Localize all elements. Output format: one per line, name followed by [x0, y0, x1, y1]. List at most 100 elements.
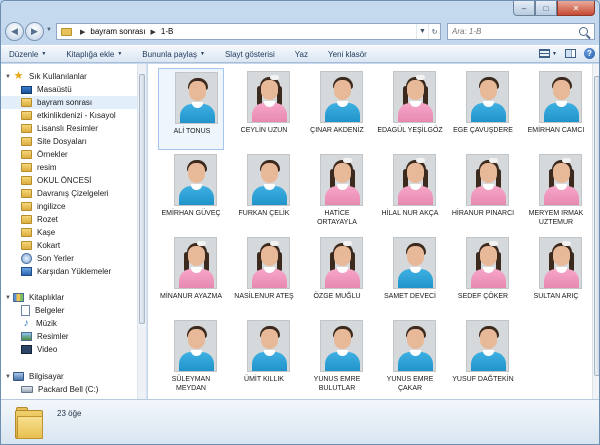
nav-group-favorites[interactable]: ▼ ★ Sık Kullanılanlar [1, 70, 137, 83]
refresh-icon[interactable]: ↻ [428, 24, 440, 39]
file-item[interactable]: EDAGÜL YEŞİLGÖZ [377, 68, 443, 150]
organize-button[interactable]: Düzenle ▼ [9, 50, 46, 59]
chevron-right-icon[interactable]: ▶ [80, 28, 85, 36]
details-pane: 23 öğe [1, 399, 599, 444]
nav-item[interactable]: Packard Bell (C:) [1, 383, 137, 396]
nav-item[interactable]: Video [1, 343, 137, 356]
navigation-scrollbar[interactable] [137, 64, 146, 399]
photo-thumbnail [393, 237, 436, 289]
search-box[interactable] [447, 23, 595, 40]
change-view-icon[interactable] [539, 49, 551, 58]
file-item[interactable]: MERYEM IRMAK UZTEMUR [523, 151, 589, 233]
slideshow-button[interactable]: Slayt gösterisi [225, 50, 275, 59]
add-to-library-label: Kitaplığa ekle [66, 49, 115, 59]
expand-icon[interactable]: ▼ [5, 74, 13, 80]
expand-icon[interactable]: ▼ [5, 374, 13, 380]
nav-item[interactable]: OKUL ÖNCESİ [1, 174, 137, 187]
file-item[interactable]: ALİ TONUS [158, 68, 224, 150]
nav-item[interactable]: Kokart [1, 239, 137, 252]
file-item[interactable]: EMİRHAN CAMCI [523, 68, 589, 150]
file-item[interactable]: ÜMİT KILLIK [231, 317, 297, 399]
add-to-library-button[interactable]: Kitaplığa ekle ▼ [66, 50, 122, 59]
file-item[interactable]: SULTAN ARIÇ [523, 234, 589, 316]
file-item[interactable]: SAMET DEVECİ [377, 234, 443, 316]
file-item[interactable]: HATİCE ORTAYAYLA [304, 151, 370, 233]
nav-item[interactable]: Belgeler [1, 304, 137, 317]
file-name: HİLAL NUR AKÇA [381, 210, 439, 217]
nav-item[interactable]: ingilizce [1, 200, 137, 213]
breadcrumb-bayram-sonrasi[interactable]: bayram sonrası [90, 27, 145, 36]
file-name: EMİRHAN GÜVEÇ [161, 210, 221, 217]
photo-thumbnail [247, 154, 290, 206]
file-item[interactable]: MİNANUR AYAZMA [158, 234, 224, 316]
file-name: ÖZGE MUĞLU [313, 293, 361, 300]
close-button[interactable]: ✕ [557, 1, 595, 16]
file-item[interactable]: NASİLENUR ATEŞ [231, 234, 297, 316]
nav-item-label: Lisanslı Resimler [37, 124, 98, 133]
share-with-button[interactable]: Bununla paylaş ▼ [142, 50, 205, 59]
new-folder-button[interactable]: Yeni klasör [328, 50, 367, 59]
file-item[interactable]: FURKAN ÇELİK [231, 151, 297, 233]
back-button[interactable]: ◀ [5, 22, 24, 41]
help-icon[interactable]: ? [584, 48, 595, 59]
file-item[interactable]: SEDEF ÇÖKER [450, 234, 516, 316]
expand-icon[interactable]: ▼ [5, 295, 13, 301]
nav-group-computer[interactable]: ▼ Bilgisayar [1, 370, 137, 383]
folder-icon [21, 150, 32, 159]
file-name: YUNUS EMRE BULUTLAR [313, 376, 361, 392]
forward-button[interactable]: ▶ [25, 22, 44, 41]
photo-thumbnail [539, 71, 582, 123]
nav-item[interactable]: Lisanslı Resimler [1, 122, 137, 135]
address-bar[interactable]: ▶ bayram sonrası ▶ 1-B ▼ ↻ [56, 23, 441, 40]
nav-item-label: Belgeler [35, 306, 65, 315]
photo-thumbnail [320, 237, 363, 289]
file-item[interactable]: ÇINAR AKDENİZ [304, 68, 370, 150]
nav-item[interactable]: Kaşe [1, 226, 137, 239]
nav-item[interactable]: Resimler [1, 330, 137, 343]
file-item[interactable]: SÜLEYMAN MEYDAN [158, 317, 224, 399]
nav-item-label: Kokart [37, 241, 61, 250]
view-options-caret-icon[interactable]: ▼ [552, 51, 557, 57]
file-item[interactable]: HİLAL NUR AKÇA [377, 151, 443, 233]
content-scroll-thumb[interactable] [594, 76, 599, 376]
chevron-right-icon[interactable]: ▶ [151, 28, 156, 36]
nav-item[interactable]: Rozet [1, 213, 137, 226]
share-with-label: Bununla paylaş [142, 49, 198, 59]
nav-item[interactable]: Davranış Çizelgeleri [1, 187, 137, 200]
file-item[interactable]: ÖZGE MUĞLU [304, 234, 370, 316]
recent-pages-dropdown[interactable]: ▼ [46, 27, 52, 33]
file-item[interactable]: EMİRHAN GÜVEÇ [158, 151, 224, 233]
nav-item[interactable]: Örnekler [1, 148, 137, 161]
nav-item[interactable]: resim [1, 161, 137, 174]
file-item[interactable]: YUNUS EMRE BULUTLAR [304, 317, 370, 399]
preview-pane-icon[interactable] [565, 49, 576, 58]
search-icon[interactable] [579, 27, 588, 36]
nav-item[interactable]: etkinlikdenizi - Kısayol [1, 109, 137, 122]
desktop-icon [21, 85, 32, 94]
nav-item[interactable]: Karşıdan Yüklemeler [1, 265, 137, 278]
file-item[interactable]: HİRANUR PINARCI [450, 151, 516, 233]
file-item[interactable]: CEYLİN UZUN [231, 68, 297, 150]
folder-icon [15, 406, 45, 440]
breadcrumb-1b[interactable]: 1-B [161, 27, 173, 36]
nav-item[interactable]: bayram sonrası [1, 96, 137, 109]
nav-item[interactable]: Masaüstü [1, 83, 137, 96]
address-dropdown-icon[interactable]: ▼ [416, 24, 428, 39]
content-scrollbar[interactable] [592, 64, 599, 399]
file-item[interactable]: YUSUF DAĞTEKİN [450, 317, 516, 399]
search-input[interactable] [452, 27, 577, 36]
nav-item[interactable]: Son Yerler [1, 252, 137, 265]
nav-item-label: Packard Bell (C:) [38, 385, 99, 394]
nav-item[interactable]: Site Dosyaları [1, 135, 137, 148]
file-item[interactable]: EGE ÇAVUŞDERE [450, 68, 516, 150]
file-item[interactable]: YUNUS EMRE ÇAKAR [377, 317, 443, 399]
nav-group-libraries[interactable]: ▼ Kitaplıklar [1, 291, 137, 304]
burn-button[interactable]: Yaz [295, 50, 308, 59]
nav-item-label: ingilizce [37, 202, 66, 211]
nav-item[interactable]: ♪ Müzik [1, 317, 137, 330]
star-icon: ★ [13, 70, 24, 82]
maximize-button[interactable]: □ [535, 1, 557, 16]
navigation-scroll-thumb[interactable] [139, 74, 145, 324]
minimize-button[interactable]: – [513, 1, 535, 16]
recent-places-icon [21, 253, 32, 264]
